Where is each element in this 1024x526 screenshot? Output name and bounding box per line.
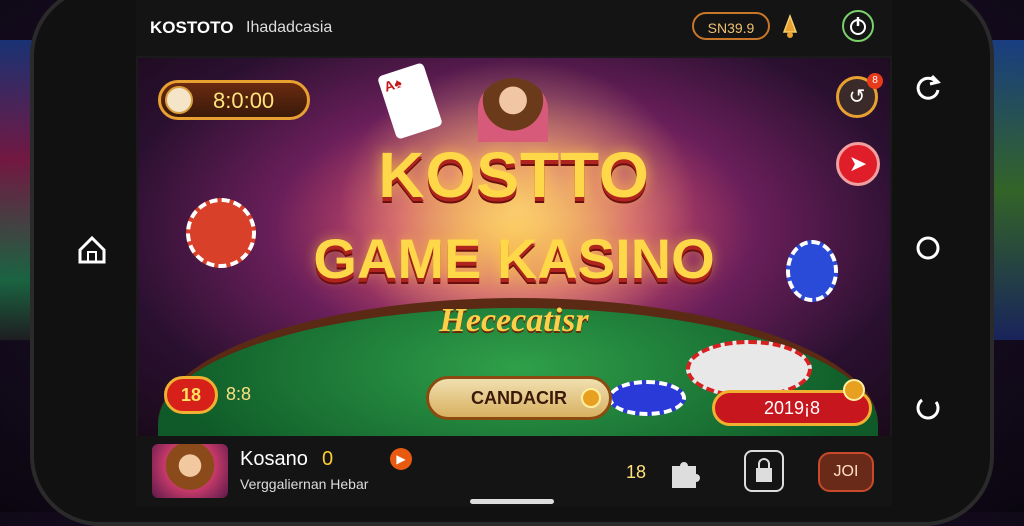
game-title-line1: KOSTTO	[378, 139, 650, 211]
next-button[interactable]: ➤	[836, 142, 880, 186]
bottom-bar: Kosano 0 ▶ Verggaliernan Hebar 18 JOI	[136, 436, 892, 506]
level-value: 18	[626, 462, 647, 482]
share-icon: ↺	[848, 86, 866, 108]
circle-icon	[916, 236, 940, 260]
power-icon	[850, 17, 866, 35]
brand-subtitle: Ihadadcasia	[246, 19, 333, 36]
avatar[interactable]	[152, 444, 228, 498]
bet-badge[interactable]: 18	[164, 376, 218, 414]
circle-button[interactable]	[910, 230, 946, 266]
game-banner[interactable]: A♠ 8:0:00 KOSTTO GAME KASINO Hececatisr …	[138, 58, 890, 506]
refresh-icon	[916, 74, 941, 100]
timer-value: 8:0:00	[213, 88, 275, 113]
back-button[interactable]	[910, 390, 946, 426]
brand-name: KOSTOTO	[150, 18, 234, 37]
score-badge: 2019¡8	[712, 379, 872, 426]
system-home-button[interactable]	[62, 225, 122, 275]
puzzle-icon[interactable]	[666, 456, 702, 490]
user-subtitle: Verggaliernan Hebar	[240, 476, 369, 492]
power-button[interactable]	[842, 10, 874, 42]
coin-icon	[581, 388, 601, 408]
arrow-icon: ➤	[848, 151, 868, 176]
top-bar: KOSTOTO Ihadadcasia SN39.9	[136, 0, 892, 56]
share-button[interactable]: ↺ 8	[836, 73, 883, 118]
lock-button[interactable]	[744, 450, 784, 492]
user-name: Kosano	[240, 448, 308, 470]
share-badge: 8	[867, 73, 883, 89]
user-count: 0	[322, 448, 334, 470]
game-title-line3: Hececatisr	[439, 302, 589, 339]
score-value: 2019¡8	[763, 398, 821, 418]
timer-avatar	[165, 86, 193, 114]
game-title-line2: GAME KASINO	[313, 227, 715, 290]
back-icon	[916, 398, 940, 420]
timer-badge: 8:0:00	[158, 80, 310, 120]
balance-pill[interactable]: SN39.9	[692, 12, 770, 40]
dealer-portrait	[478, 78, 548, 142]
home-icon	[78, 235, 106, 264]
system-side-nav	[906, 70, 954, 430]
lock-icon	[756, 458, 772, 482]
play-button[interactable]: CANDACIR	[426, 376, 612, 420]
bet-value: 8:8	[226, 384, 252, 404]
app-screen: KOSTOTO Ihadadcasia SN39.9 A♠ 8:0:00 KOS…	[136, 0, 892, 506]
play-button-label: CANDACIR	[471, 388, 567, 408]
join-button[interactable]: JOI	[818, 452, 874, 492]
user-arrow-icon[interactable]: ▶	[390, 448, 412, 470]
refresh-button[interactable]	[910, 70, 946, 106]
poker-chip	[608, 380, 686, 416]
gesture-bar[interactable]	[470, 499, 554, 504]
coin-icon	[843, 379, 865, 401]
bell-icon[interactable]	[776, 12, 804, 40]
